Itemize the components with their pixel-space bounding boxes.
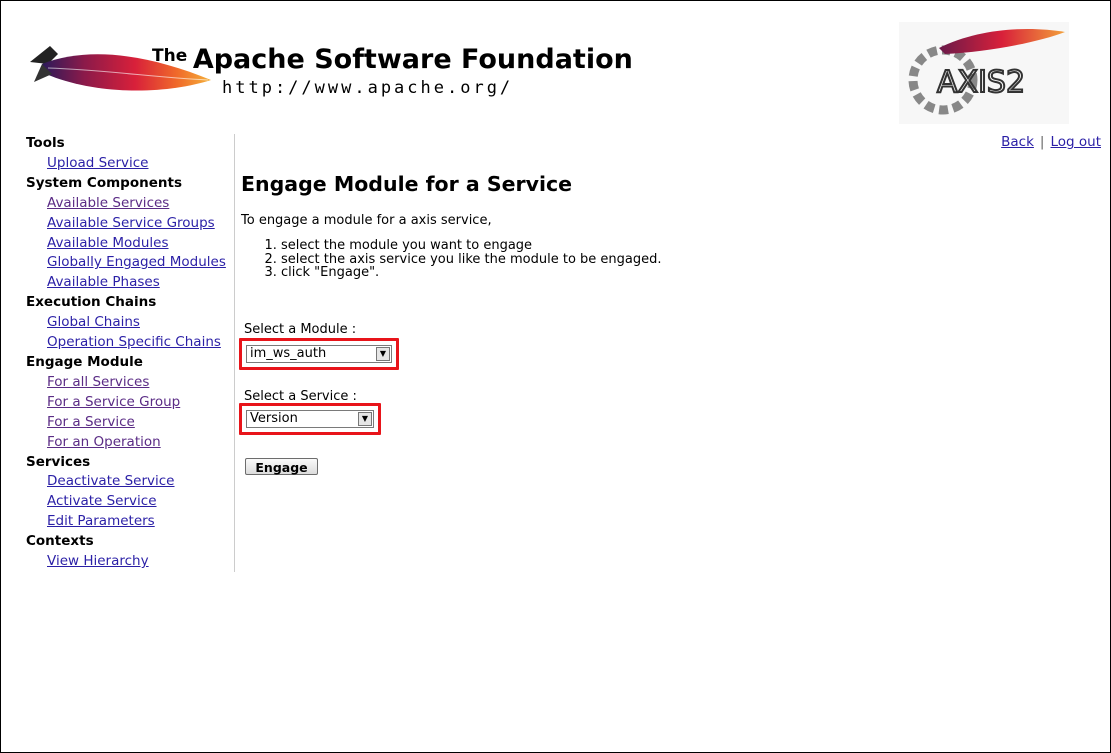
sidebar-item-upload-service[interactable]: Upload Service [26,154,234,174]
logout-link[interactable]: Log out [1050,134,1101,150]
axis2-logo-icon: AXIS2 [899,22,1069,124]
top-links: Back | Log out [1001,134,1101,150]
sidebar-item-available-modules[interactable]: Available Modules [26,234,234,254]
service-select[interactable]: Version ▼ [246,410,374,428]
sidebar-item-global-chains[interactable]: Global Chains [26,313,234,333]
sidebar-heading-execution-chains: Execution Chains [26,294,157,311]
service-label: Select a Service : [244,389,357,404]
asf-title: The Apache Software Foundation [152,44,633,75]
sidebar-item-available-phases[interactable]: Available Phases [26,273,234,293]
chevron-down-icon[interactable]: ▼ [376,347,390,361]
intro-text: To engage a module for a axis service, [241,213,492,228]
module-select-value: im_ws_auth [250,346,327,361]
sidebar-heading-tools: Tools [26,135,65,151]
sidebar-heading-engage-module: Engage Module [26,353,143,370]
sidebar-item-for-all-services[interactable]: For all Services [26,373,234,393]
sidebar-item-for-a-service[interactable]: For a Service [26,413,234,433]
main-content: Engage Module for a Service To engage a … [241,160,1041,280]
page-title: Engage Module for a Service [241,172,573,196]
back-link[interactable]: Back [1001,134,1034,150]
sidebar-item-deactivate-service[interactable]: Deactivate Service [26,472,234,492]
sidebar-item-globally-engaged-modules[interactable]: Globally Engaged Modules [26,253,234,273]
module-label: Select a Module : [244,322,357,337]
sidebar-item-view-hierarchy[interactable]: View Hierarchy [26,552,234,572]
module-select[interactable]: im_ws_auth ▼ [246,345,392,363]
step-item: click "Engage". [281,266,1041,280]
sidebar-item-for-a-service-group[interactable]: For a Service Group [26,393,234,413]
asf-url: http://www.apache.org/ [222,78,514,98]
step-item: select the module you want to engage [281,239,1041,253]
sidebar-item-activate-service[interactable]: Activate Service [26,492,234,512]
asf-name: Apache Software Foundation [192,44,633,75]
sidebar-item-for-an-operation[interactable]: For an Operation [26,433,234,453]
sidebar-heading-contexts: Contexts [26,533,94,550]
service-select-highlight: Version ▼ [239,403,381,435]
module-select-highlight: im_ws_auth ▼ [239,338,399,370]
sidebar-item-edit-parameters[interactable]: Edit Parameters [26,512,234,532]
sidebar-heading-system-components: System Components [26,174,182,191]
engage-button[interactable]: Engage [245,458,318,475]
top-links-separator: | [1039,134,1045,150]
chevron-down-icon[interactable]: ▼ [358,412,372,426]
steps-list: select the module you want to engage sel… [261,239,1041,280]
sidebar: Tools Upload Service System Components A… [26,134,235,572]
sidebar-item-operation-specific-chains[interactable]: Operation Specific Chains [26,333,234,353]
sidebar-item-available-service-groups[interactable]: Available Service Groups [26,214,234,234]
axis2-logo-text: AXIS2 [937,65,1025,100]
asf-the: The [152,46,188,66]
sidebar-heading-services: Services [26,453,91,470]
service-select-value: Version [250,411,298,426]
header: The Apache Software Foundation http://ww… [0,0,1111,130]
step-item: select the axis service you like the mod… [281,252,1041,267]
sidebar-item-available-services[interactable]: Available Services [26,194,234,214]
